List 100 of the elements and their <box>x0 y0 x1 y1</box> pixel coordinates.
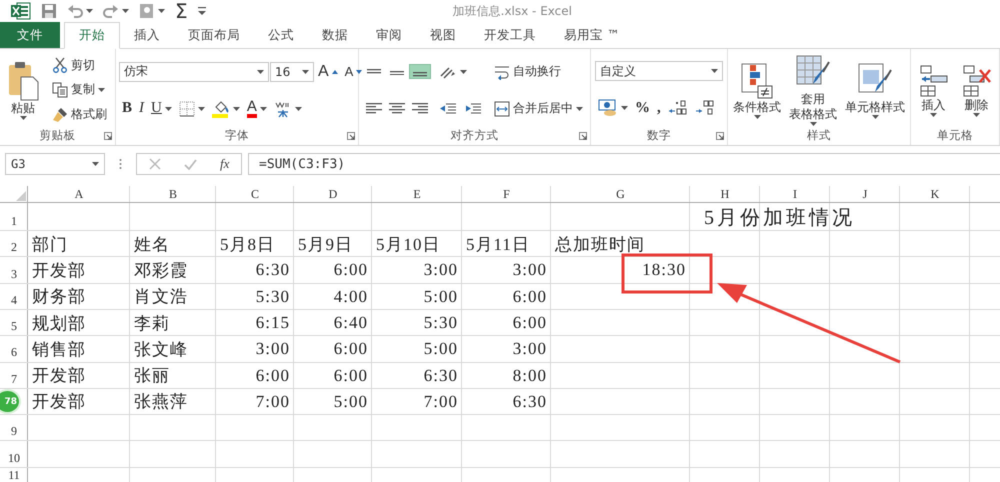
column-header[interactable]: K <box>930 187 940 201</box>
row-header[interactable]: 1 <box>11 214 17 229</box>
column-header[interactable]: J <box>862 187 868 201</box>
cut-button[interactable]: 剪切 <box>49 54 98 76</box>
table-cell: 5:30 <box>256 286 290 307</box>
caret-icon <box>973 112 980 116</box>
row-header[interactable]: 5 <box>11 319 17 334</box>
delete-button[interactable]: 删除 <box>960 64 994 116</box>
ribbon-tab[interactable]: 开发工具 <box>470 22 550 48</box>
column-header[interactable]: A <box>74 187 84 201</box>
table-cell-text: 开发部 <box>32 391 86 414</box>
column-header[interactable]: G <box>616 187 625 201</box>
align-center-icon <box>388 103 405 114</box>
column-header[interactable]: D <box>328 187 338 201</box>
group-label: 样式 <box>807 128 831 142</box>
insert-cells-icon <box>918 64 948 98</box>
wrap-icon <box>494 64 510 80</box>
italic-button[interactable]: I <box>136 98 148 119</box>
undo-icon <box>67 4 83 18</box>
table-cell: 5:00 <box>424 286 458 307</box>
dialog-launcher-icon[interactable] <box>716 132 724 140</box>
column-header[interactable]: H <box>720 187 730 201</box>
copy-icon <box>52 82 68 98</box>
check-icon[interactable] <box>184 158 197 170</box>
insert-function-button[interactable]: fx <box>220 156 230 172</box>
ribbon-tab[interactable]: 插入 <box>120 22 174 48</box>
row-header[interactable]: 7 <box>11 372 17 387</box>
caret-icon <box>164 106 172 110</box>
caret-icon <box>302 70 309 74</box>
paste-button[interactable]: 粘贴 <box>5 60 41 120</box>
ribbon-tab[interactable]: 数据 <box>308 22 362 48</box>
font-size-field[interactable]: 16 <box>270 62 314 82</box>
ribbon-tab[interactable]: 易用宝 ™ <box>550 22 634 48</box>
caret-icon <box>20 116 26 120</box>
shrink-font-button[interactable]: A <box>342 62 366 81</box>
name-box[interactable]: G3 <box>5 153 105 175</box>
sheet-title: 5月份加班情况 <box>704 206 855 231</box>
column-header[interactable]: I <box>793 187 797 201</box>
grow-font-button[interactable]: A <box>315 60 341 82</box>
ribbon-tab[interactable]: 审阅 <box>362 22 416 48</box>
conditional-format-button[interactable]: 条件格式 <box>731 62 783 118</box>
row-header[interactable]: 6 <box>11 345 17 360</box>
comma-button[interactable]: , <box>654 98 664 118</box>
merge-center-button[interactable]: 合并后居中 <box>491 98 586 119</box>
ribbon-tab[interactable]: 视图 <box>416 22 470 48</box>
table-cell-text: 李莉 <box>134 312 170 335</box>
caret-icon <box>754 114 760 118</box>
cell-styles-button[interactable]: 单元格样式 <box>843 62 907 118</box>
dialog-launcher-icon[interactable] <box>347 132 355 140</box>
autosum-button[interactable]: Σ <box>172 0 191 23</box>
ribbon-tab[interactable]: 页面布局 <box>174 22 254 48</box>
format-painter-button[interactable]: 格式刷 <box>49 104 110 126</box>
dialog-launcher-icon[interactable] <box>104 132 112 140</box>
caret-icon <box>576 106 584 110</box>
row-header[interactable]: 11 <box>8 468 20 482</box>
align-left-icon <box>366 103 382 114</box>
wrap-text-button[interactable]: 自动换行 <box>491 61 564 82</box>
number-format-field[interactable]: 自定义 <box>595 61 723 81</box>
row-header[interactable]: 10 <box>8 450 20 466</box>
redo-button[interactable] <box>100 2 132 20</box>
underline-button[interactable]: U <box>148 98 175 119</box>
row-header[interactable]: 2 <box>11 240 17 256</box>
format-as-table-button[interactable]: 套用 表格格式 <box>787 54 839 126</box>
row-header[interactable]: 4 <box>11 292 17 308</box>
copy-button[interactable]: 复制 <box>49 79 108 100</box>
group-label: 字体 <box>225 128 249 142</box>
table-cell: 6:00 <box>334 260 368 280</box>
ribbon-tab[interactable]: 公式 <box>254 22 308 48</box>
dialog-launcher-icon[interactable] <box>579 132 587 140</box>
row-header[interactable]: 9 <box>11 424 17 440</box>
caret-icon <box>460 70 468 74</box>
conditional-format-icon <box>740 62 774 100</box>
up-triangle-icon <box>332 70 338 74</box>
font-name-field[interactable]: 仿宋 <box>119 62 269 82</box>
table-cell: 6:30 <box>256 260 290 280</box>
table-cell-text: 5月9日 <box>298 234 353 256</box>
delete-cells-icon <box>962 64 992 98</box>
column-header[interactable]: F <box>503 187 510 201</box>
table-cell-text: 财务部 <box>32 286 86 308</box>
column-header[interactable]: B <box>168 187 177 201</box>
table-cell-text: 5月8日 <box>220 234 275 256</box>
merge-icon <box>494 100 510 116</box>
save-icon <box>41 3 57 19</box>
table-cell-text: 销售部 <box>32 338 86 361</box>
table-cell: 6:40 <box>334 313 368 334</box>
font-color-button[interactable]: A <box>244 98 270 120</box>
table-cell: 6:00 <box>256 366 290 386</box>
formula-field[interactable]: =SUM(C3:F3) <box>248 153 1000 175</box>
file-tab[interactable]: 文件 <box>0 22 60 48</box>
align-bottom-button[interactable] <box>408 64 431 79</box>
percent-button[interactable]: % <box>632 98 653 118</box>
column-header[interactable]: C <box>250 187 259 201</box>
column-header[interactable]: E <box>413 187 421 201</box>
table-cell: 6:00 <box>512 313 547 334</box>
ribbon-tab[interactable]: 开始 <box>64 22 120 49</box>
row-header[interactable]: 3 <box>11 266 17 282</box>
bold-button[interactable]: B <box>119 98 136 119</box>
table-cell: 3:00 <box>512 260 547 280</box>
insert-button[interactable]: 插入 <box>916 64 950 116</box>
table-cell: 6:30 <box>512 392 547 412</box>
